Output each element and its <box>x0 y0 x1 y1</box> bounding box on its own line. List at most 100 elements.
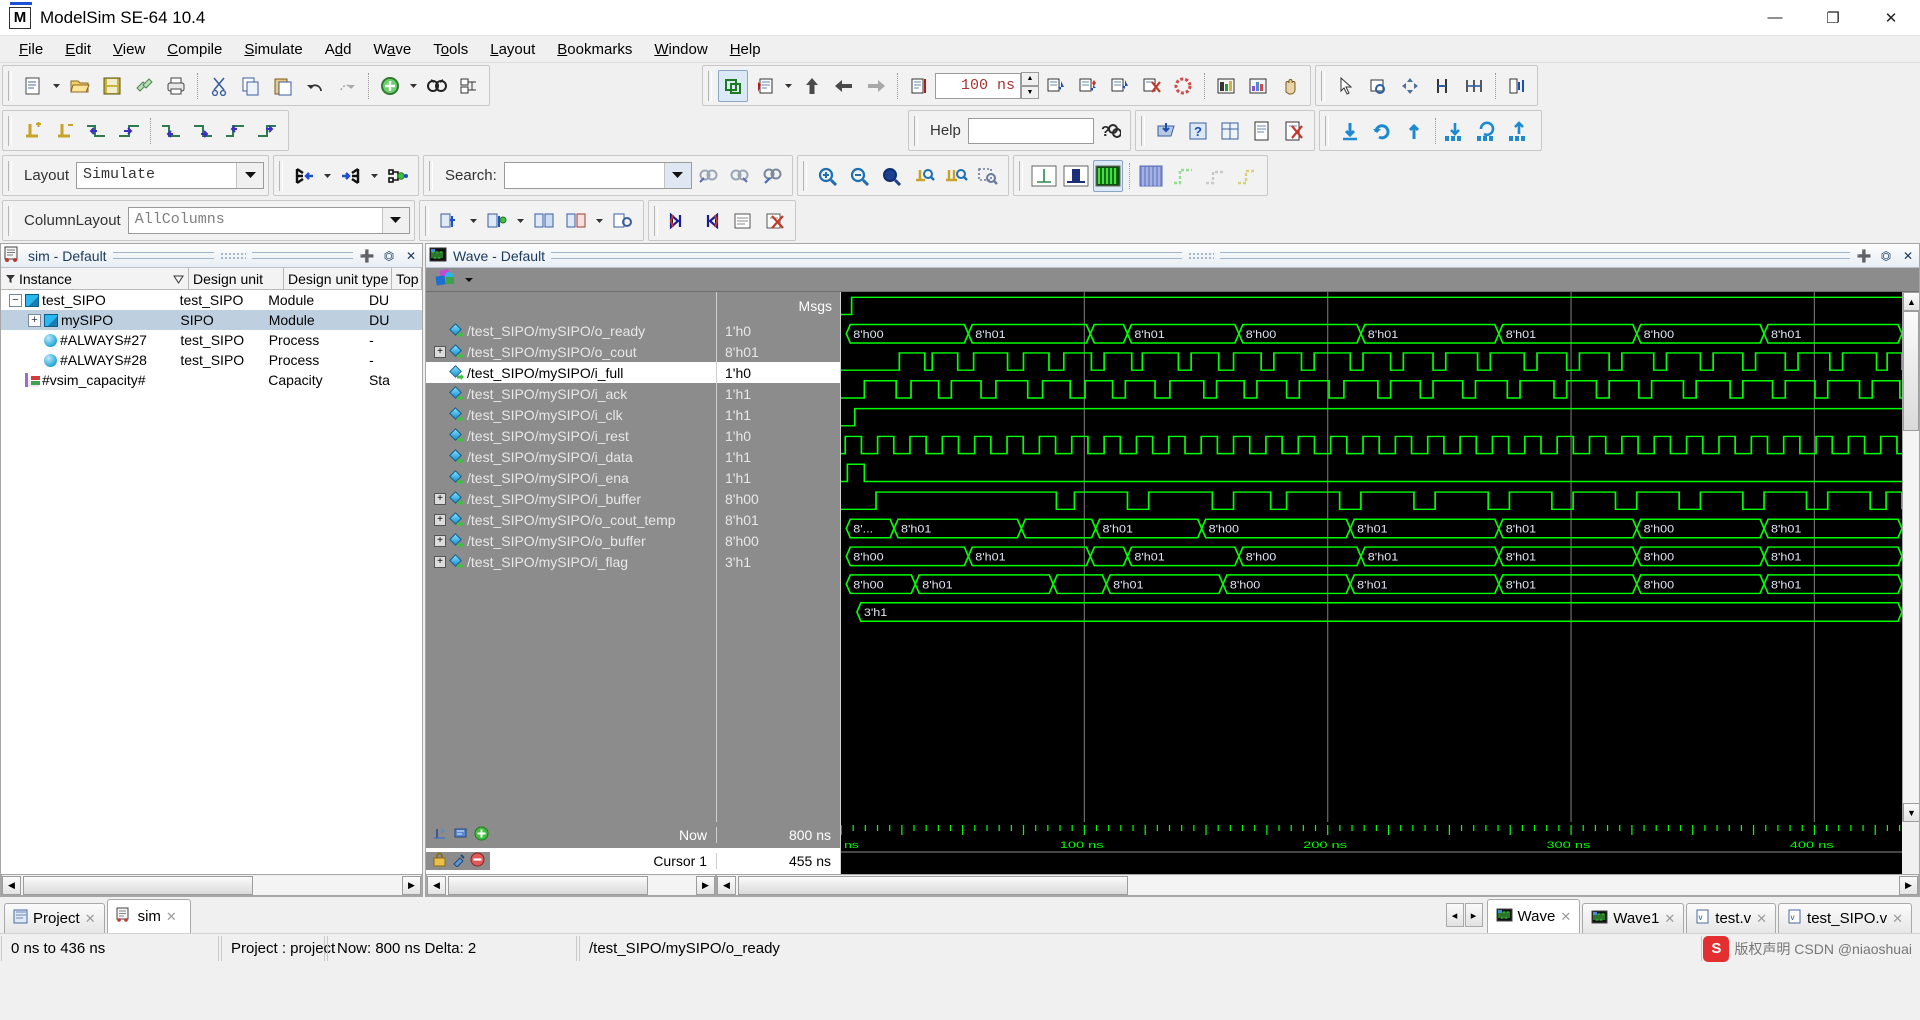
zoom-in-icon[interactable] <box>813 160 843 192</box>
zoom-out-icon[interactable] <box>845 160 875 192</box>
wave-signal-list[interactable]: /test_SIPO/mySIPO/o_ready + /test_SIPO/myS… <box>426 320 716 572</box>
pane-dock-icon[interactable]: ➕ <box>359 248 375 264</box>
menu-help[interactable]: Help <box>719 38 772 61</box>
pan-mode-icon[interactable] <box>1395 70 1425 102</box>
menu-edit[interactable]: Edit <box>54 38 102 61</box>
run-icon[interactable] <box>750 70 780 102</box>
scroll-thumb[interactable] <box>1903 311 1919 431</box>
sim-hscrollbar[interactable]: ◀ ▶ <box>1 874 422 896</box>
expand-net-out-icon[interactable] <box>336 160 366 192</box>
column-header-instance[interactable]: Instance <box>1 268 189 289</box>
wave-signal-row[interactable]: /test_SIPO/mySIPO/i_rest <box>426 425 716 446</box>
wave-vscrollbar[interactable]: ▲ ▼ <box>1902 292 1919 822</box>
menu-window[interactable]: Window <box>643 38 718 61</box>
close-icon[interactable]: ✕ <box>1756 911 1767 927</box>
zoom-between-cursors-icon[interactable] <box>941 160 971 192</box>
menu-compile[interactable]: Compile <box>156 38 233 61</box>
scroll-right-icon[interactable]: ▶ <box>402 875 421 895</box>
close-icon[interactable]: ✕ <box>85 911 96 927</box>
run-length-icon[interactable] <box>904 70 934 102</box>
zoom-cursor-icon[interactable] <box>909 160 939 192</box>
compare-next-diff-icon[interactable] <box>696 205 726 237</box>
scroll-track[interactable] <box>21 875 402 895</box>
step-icon[interactable] <box>1072 70 1102 102</box>
bookmark-add-icon[interactable] <box>1335 115 1365 147</box>
find-rising-next-icon[interactable] <box>253 115 283 147</box>
compare-clear-icon[interactable] <box>760 205 790 237</box>
tree-expander-icon[interactable]: − <box>9 293 22 307</box>
close-icon[interactable]: ✕ <box>1892 911 1903 927</box>
toolbar-grip[interactable] <box>1324 115 1329 146</box>
open-folder-icon[interactable] <box>65 70 95 102</box>
tab-test-sipo-v[interactable]: v test_SIPO.v ✕ <box>1778 903 1912 933</box>
signal-expander-icon[interactable]: + <box>434 345 446 358</box>
wave-signal-row[interactable]: + /test_SIPO/mySIPO/i_buffer <box>426 488 716 509</box>
toolbar-grip[interactable] <box>429 160 434 191</box>
scroll-thumb[interactable] <box>23 875 253 895</box>
format-analog-icon[interactable] <box>1092 159 1123 192</box>
toolbar-grip[interactable] <box>8 115 12 146</box>
close-icon[interactable]: ✕ <box>166 909 177 925</box>
lock-cursor-icon[interactable] <box>432 852 447 870</box>
toolbar-grip[interactable] <box>914 115 918 146</box>
columnlayout-combo[interactable]: AllColumns <box>127 207 410 234</box>
signal-expander-icon[interactable]: + <box>434 492 446 505</box>
wave-signal-row[interactable]: /test_SIPO/mySIPO/i_full <box>426 362 716 383</box>
compare-list-icon[interactable] <box>728 205 758 237</box>
menu-bookmarks[interactable]: Bookmarks <box>546 38 643 61</box>
cut-icon[interactable] <box>204 70 234 102</box>
pane-close-icon[interactable]: ✕ <box>1900 248 1916 264</box>
find-falling-next-icon[interactable] <box>189 115 219 147</box>
paste-icon[interactable] <box>268 70 298 102</box>
expand-net-full-icon[interactable] <box>383 160 413 192</box>
wave-zoom-down-icon[interactable] <box>1442 115 1472 147</box>
new-file-dropdown-icon[interactable] <box>50 70 63 102</box>
pane-dock-icon[interactable]: ➕ <box>1856 248 1872 264</box>
wave-signal-row[interactable]: + /test_SIPO/mySIPO/o_cout <box>426 341 716 362</box>
insert-divider-icon[interactable] <box>435 205 465 237</box>
continue-run-icon[interactable] <box>797 70 827 102</box>
save-icon[interactable] <box>97 70 127 102</box>
insert-group-icon[interactable] <box>482 205 512 237</box>
cursor-goto-icon[interactable] <box>432 826 449 844</box>
close-button[interactable]: ✕ <box>1862 0 1920 36</box>
scroll-thumb[interactable] <box>738 875 1128 895</box>
ungroup-signals-icon[interactable] <box>561 205 591 237</box>
add-dropdown-icon[interactable] <box>407 70 420 102</box>
format-logic-icon[interactable] <box>1061 160 1091 192</box>
wave-expand-icon[interactable] <box>1502 70 1532 102</box>
insert-cursor-icon[interactable] <box>18 115 48 147</box>
title-grip[interactable] <box>219 251 246 260</box>
wave-canvas[interactable]: 8'h00 8'h01 8'h01 8'h00 8'h01 8'h01 8'h00 8'h01… <box>840 292 1914 822</box>
menu-layout[interactable]: Layout <box>479 38 546 61</box>
measure-mode-icon[interactable] <box>1427 70 1457 102</box>
menu-wave[interactable]: Wave <box>362 38 422 61</box>
edit-mode-icon[interactable] <box>1459 70 1489 102</box>
undo-icon[interactable] <box>300 70 330 102</box>
delete-cursor-icon[interactable] <box>50 115 80 147</box>
wave-zoom-up-icon[interactable] <box>1506 115 1536 147</box>
break-icon[interactable] <box>1136 70 1166 102</box>
tree-toggle-icon[interactable] <box>454 70 484 102</box>
scroll-thumb[interactable] <box>448 875 648 895</box>
scroll-track[interactable] <box>446 875 696 895</box>
wave-signal-row[interactable]: /test_SIPO/mySIPO/i_ack <box>426 383 716 404</box>
scroll-left-icon[interactable]: ◀ <box>717 875 736 895</box>
restart-icon[interactable] <box>718 69 748 102</box>
delete-cursor-icon[interactable] <box>470 852 485 870</box>
toolbar-grip[interactable] <box>708 70 712 101</box>
cursor-row[interactable]: Cursor 1 455 ns <box>426 848 840 874</box>
wave-signal-row[interactable]: + /test_SIPO/mySIPO/o_cout_temp <box>426 509 716 530</box>
wave-dashed-rise-icon[interactable] <box>1168 160 1198 192</box>
find-next-transition-icon[interactable] <box>114 115 144 147</box>
column-header-design-unit[interactable]: Design unit <box>189 268 284 289</box>
search-next-icon[interactable] <box>725 160 755 192</box>
tab-wave1[interactable]: Wave1 ✕ <box>1582 903 1685 933</box>
wave-signal-row[interactable]: /test_SIPO/mySIPO/o_ready <box>426 320 716 341</box>
wave-dashed-flat-icon[interactable] <box>1200 160 1230 192</box>
expand-net-in-icon[interactable] <box>289 160 319 192</box>
scroll-track[interactable] <box>736 875 1899 895</box>
sim-scroll-track[interactable]: ◀ ▶ <box>1 874 422 896</box>
run-all-icon[interactable] <box>1040 70 1070 102</box>
scroll-track[interactable] <box>1903 311 1919 803</box>
